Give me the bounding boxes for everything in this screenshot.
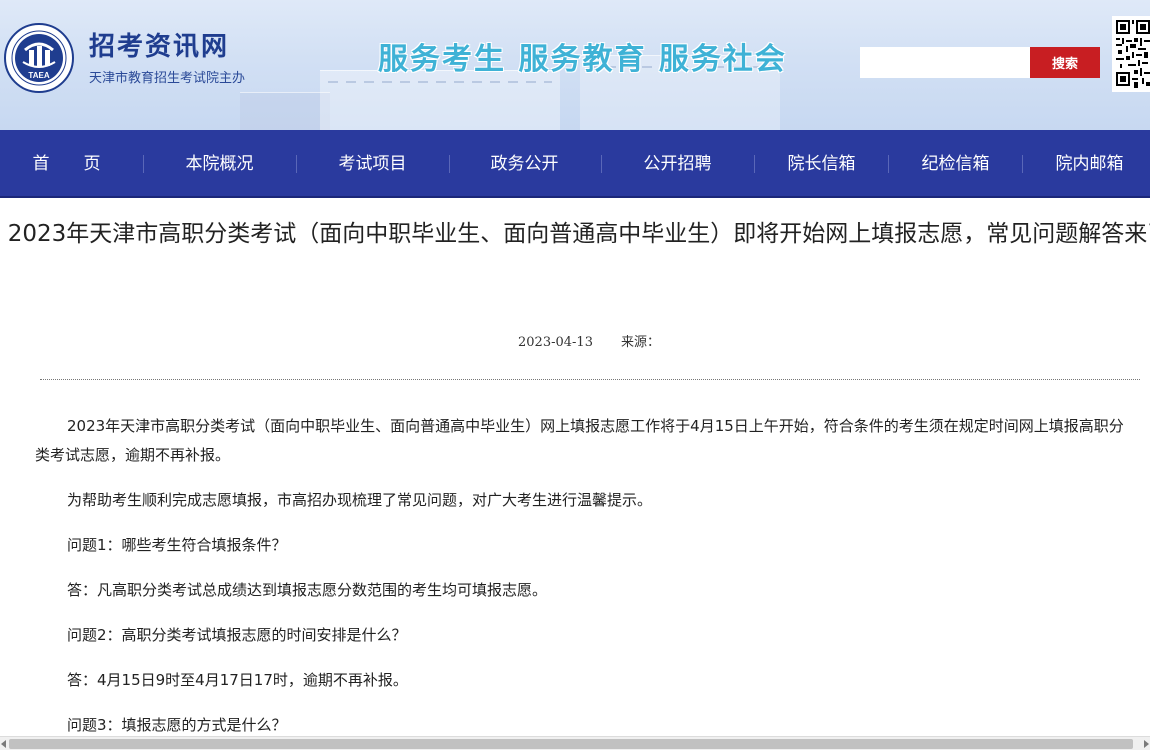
- site-header: TAEA 招考资讯网 天津市教育招生考试院主办 服务考生 服务教育 服务社会 搜…: [0, 0, 1150, 130]
- article-paragraph: 为帮助考生顺利完成志愿填报，市高招办现梳理了常见问题，对广大考生进行温馨提示。: [67, 491, 653, 509]
- logo-text: TAEA: [28, 71, 49, 80]
- horizontal-scrollbar[interactable]: [0, 736, 1150, 750]
- site-title[interactable]: 招考资讯网: [89, 31, 229, 63]
- nav-separator: [754, 155, 755, 173]
- qr-code-icon: [1112, 16, 1150, 92]
- article-title: 2023年天津市高职分类考试（面向中职毕业生、面向普通高中毕业生）即将开始网上填…: [7, 221, 1150, 247]
- question-2: 问题2：高职分类考试填报志愿的时间安排是什么？: [67, 626, 407, 644]
- answer-2: 答：4月15日9时至4月17日17时，逾期不再补报。: [67, 671, 408, 689]
- answer-1: 答：凡高职分类考试总成绩达到填报志愿分数范围的考生均可填报志愿。: [67, 581, 548, 599]
- article-date: 2023-04-13: [518, 335, 593, 350]
- nav-item-exams[interactable]: 考试项目: [316, 130, 429, 198]
- nav-separator: [1022, 155, 1023, 173]
- nav-item-internal-mail[interactable]: 院内邮箱: [1033, 130, 1146, 198]
- nav-item-discipline-mailbox[interactable]: 纪检信箱: [899, 130, 1012, 198]
- scrollbar-thumb[interactable]: [9, 739, 1133, 749]
- article-source-label: 来源：: [620, 335, 660, 350]
- search-input[interactable]: [860, 47, 1030, 78]
- site-subtitle: 天津市教育招生考试院主办: [89, 71, 246, 86]
- nav-item-president-mailbox[interactable]: 院长信箱: [765, 130, 878, 198]
- nav-separator: [143, 155, 144, 173]
- nav-separator: [449, 155, 450, 173]
- main-nav: 首 页 本院概况 考试项目 政务公开 公开招聘 院长信箱 纪检信箱 院内邮箱: [0, 130, 1150, 198]
- nav-item-recruitment[interactable]: 公开招聘: [621, 130, 734, 198]
- nav-separator: [296, 155, 297, 173]
- divider: [40, 379, 1140, 380]
- article-meta: 2023-04-13 来源：: [0, 333, 1150, 353]
- article-body: 2023年天津市高职分类考试（面向中职毕业生、面向普通高中毕业生）网上填报志愿工…: [35, 412, 1135, 756]
- scroll-left-icon[interactable]: [1, 740, 6, 748]
- taea-logo-icon[interactable]: TAEA: [3, 22, 75, 94]
- nav-separator: [601, 155, 602, 173]
- slogan: 服务考生 服务教育 服务社会: [378, 42, 787, 77]
- nav-item-about[interactable]: 本院概况: [163, 130, 276, 198]
- nav-separator: [888, 155, 889, 173]
- article-paragraph: 2023年天津市高职分类考试（面向中职毕业生、面向普通高中毕业生）网上填报志愿工…: [35, 417, 1124, 464]
- scroll-right-icon[interactable]: [1144, 740, 1149, 748]
- search-button[interactable]: 搜索: [1030, 47, 1100, 78]
- question-1: 问题1：哪些考生符合填报条件？: [67, 536, 287, 554]
- nav-item-home[interactable]: 首 页: [10, 130, 123, 198]
- header-background-building: [240, 92, 330, 130]
- nav-item-public-affairs[interactable]: 政务公开: [468, 130, 581, 198]
